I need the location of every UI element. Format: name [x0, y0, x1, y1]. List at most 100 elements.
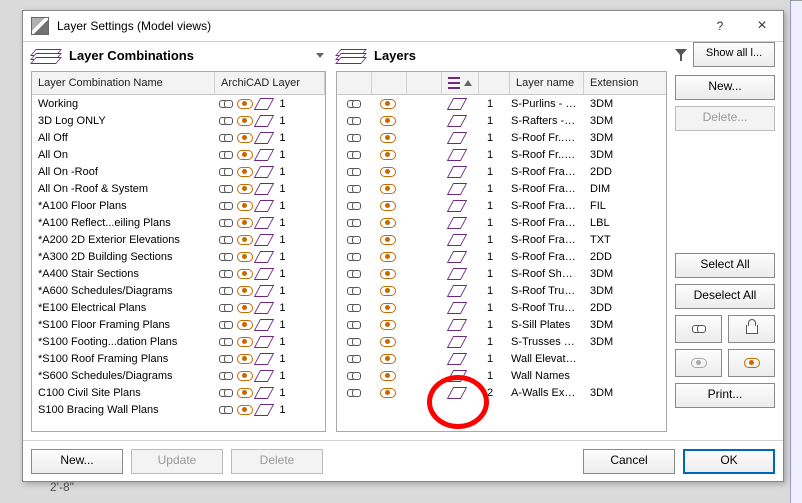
- chain-icon[interactable]: [337, 303, 371, 313]
- combination-row[interactable]: *A100 Reflect...eiling Plans1: [32, 214, 325, 231]
- col-show-icon[interactable]: [337, 72, 372, 94]
- layer-row[interactable]: 1S-Roof Framing PlanDIM: [337, 180, 666, 197]
- chain-icon[interactable]: [337, 320, 371, 330]
- layer-row[interactable]: 1S-Purlins - Log & RS3DM: [337, 95, 666, 112]
- eye-icon[interactable]: [371, 303, 405, 313]
- combination-row[interactable]: All On -Roof1: [32, 163, 325, 180]
- chain-icon[interactable]: [337, 388, 371, 398]
- ok-button[interactable]: OK: [683, 449, 775, 474]
- combination-row[interactable]: *A400 Stair Sections1: [32, 265, 325, 282]
- layer-row[interactable]: 1S-Roof Fr...ng (wood)3DM: [337, 146, 666, 163]
- layer-row[interactable]: 1S-Roof Sheathing3DM: [337, 265, 666, 282]
- layer-name: S-Roof Framing Plan: [505, 200, 584, 212]
- layer-row[interactable]: 1S-Rafters - Log & RS3DM: [337, 112, 666, 129]
- combination-row[interactable]: Working1: [32, 95, 325, 112]
- combination-row[interactable]: *A300 2D Building Sections1: [32, 248, 325, 265]
- combination-row[interactable]: *S100 Roof Framing Plans1: [32, 350, 325, 367]
- layer-row[interactable]: 1Wall Names: [337, 367, 666, 384]
- layer-row[interactable]: 1S-Roof Tru...s(prefab)3DM: [337, 282, 666, 299]
- eye-icon[interactable]: [371, 184, 405, 194]
- eye-icon[interactable]: [371, 252, 405, 262]
- layer-extension: 3DM: [584, 387, 666, 399]
- layer-row[interactable]: 1S-Roof Framing PlanTXT: [337, 231, 666, 248]
- eye-icon[interactable]: [371, 133, 405, 143]
- chain-icon[interactable]: [337, 269, 371, 279]
- col-intersection[interactable]: [479, 72, 510, 94]
- chain-icon[interactable]: [337, 337, 371, 347]
- chain-icon[interactable]: [337, 286, 371, 296]
- eye-icon[interactable]: [371, 371, 405, 381]
- hide-toggle-button[interactable]: [728, 349, 775, 377]
- chain-icon[interactable]: [337, 235, 371, 245]
- menu-arrow-icon[interactable]: [316, 53, 324, 58]
- layer-row[interactable]: 1S-Roof Fr...g (_misc)3DM: [337, 129, 666, 146]
- col-layer-name[interactable]: Layer name: [510, 72, 584, 94]
- show-all-button[interactable]: Show all l...: [693, 42, 775, 67]
- chain-icon[interactable]: [337, 150, 371, 160]
- deselect-all-button[interactable]: Deselect All: [675, 284, 775, 309]
- combination-row[interactable]: *A600 Schedules/Diagrams1: [32, 282, 325, 299]
- new-combination-button[interactable]: New...: [31, 449, 123, 474]
- col-lock-icon[interactable]: [407, 72, 442, 94]
- combination-row[interactable]: 3D Log ONLY1: [32, 112, 325, 129]
- close-button[interactable]: ×: [741, 11, 783, 41]
- eye-icon[interactable]: [371, 116, 405, 126]
- show-toggle-button[interactable]: [675, 349, 722, 377]
- eye-icon[interactable]: [371, 354, 405, 364]
- eye-icon[interactable]: [371, 269, 405, 279]
- layer-row[interactable]: 1Wall Elevations: [337, 350, 666, 367]
- eye-icon[interactable]: [371, 201, 405, 211]
- chain-icon[interactable]: [337, 99, 371, 109]
- combination-row[interactable]: All Off1: [32, 129, 325, 146]
- chain-icon[interactable]: [337, 133, 371, 143]
- eye-icon[interactable]: [371, 388, 405, 398]
- eye-icon[interactable]: [371, 218, 405, 228]
- eye-icon[interactable]: [371, 235, 405, 245]
- combination-row[interactable]: *S100 Floor Framing Plans1: [32, 316, 325, 333]
- chain-icon[interactable]: [337, 116, 371, 126]
- layer-row[interactable]: 1S-Roof Framing2DD: [337, 248, 666, 265]
- layer-row[interactable]: 1S-Roof Trusses2DD: [337, 299, 666, 316]
- combination-row[interactable]: All On1: [32, 146, 325, 163]
- eye-icon[interactable]: [371, 337, 405, 347]
- eye-icon[interactable]: [371, 320, 405, 330]
- eye-icon[interactable]: [371, 99, 405, 109]
- select-all-button[interactable]: Select All: [675, 253, 775, 278]
- chain-icon[interactable]: [337, 354, 371, 364]
- chain-icon[interactable]: [337, 371, 371, 381]
- lock-toggle-button[interactable]: [675, 315, 722, 343]
- combination-row[interactable]: *S600 Schedules/Diagrams1: [32, 367, 325, 384]
- print-button[interactable]: Print...: [675, 383, 775, 408]
- combination-row[interactable]: *E100 Electrical Plans1: [32, 299, 325, 316]
- cancel-button[interactable]: Cancel: [583, 449, 675, 474]
- new-layer-button[interactable]: New...: [675, 75, 775, 100]
- combination-row[interactable]: S100 Bracing Wall Plans1: [32, 401, 325, 418]
- col-layer-icon[interactable]: [442, 72, 479, 94]
- layer-row[interactable]: 1S-Sill Plates3DM: [337, 316, 666, 333]
- layer-row[interactable]: 1S-Roof Framing Plan2DD: [337, 163, 666, 180]
- combination-row[interactable]: *A100 Floor Plans1: [32, 197, 325, 214]
- col-combination-name[interactable]: Layer Combination Name: [32, 72, 215, 94]
- layer-row[interactable]: 1S-Trusses - Log & RS3DM: [337, 333, 666, 350]
- chain-icon[interactable]: [337, 167, 371, 177]
- filter-icon[interactable]: [675, 49, 687, 61]
- combination-row[interactable]: C100 Civil Site Plans1: [32, 384, 325, 401]
- layer-row[interactable]: 1S-Roof Framing PlanLBL: [337, 214, 666, 231]
- col-archicad-layer[interactable]: ArchiCAD Layer: [215, 72, 325, 94]
- combination-row[interactable]: All On -Roof & System1: [32, 180, 325, 197]
- chain-icon[interactable]: [337, 201, 371, 211]
- combination-row[interactable]: *A200 2D Exterior Elevations1: [32, 231, 325, 248]
- unlock-toggle-button[interactable]: [728, 315, 775, 343]
- col-visibility-icon[interactable]: [372, 72, 407, 94]
- chain-icon[interactable]: [337, 252, 371, 262]
- col-extension[interactable]: Extension: [584, 72, 666, 94]
- help-button[interactable]: ?: [699, 11, 741, 41]
- eye-icon[interactable]: [371, 167, 405, 177]
- layer-row[interactable]: 1S-Roof Framing PlanFIL: [337, 197, 666, 214]
- combination-row[interactable]: *S100 Footing...dation Plans1: [32, 333, 325, 350]
- chain-icon[interactable]: [337, 218, 371, 228]
- chain-icon[interactable]: [337, 184, 371, 194]
- eye-icon[interactable]: [371, 286, 405, 296]
- layer-row[interactable]: 2A-Walls Exterior3DM: [337, 384, 666, 401]
- eye-icon[interactable]: [371, 150, 405, 160]
